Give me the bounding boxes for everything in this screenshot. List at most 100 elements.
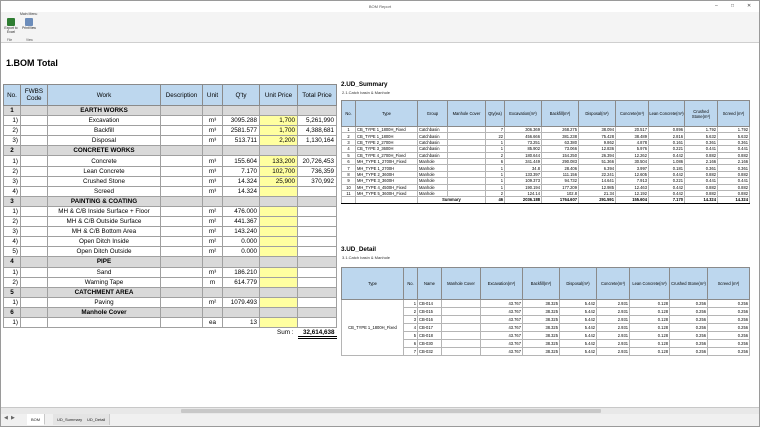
empty-cell [202,195,223,207]
unit-price-input[interactable] [259,205,298,218]
tab-next-icon[interactable]: ▶ [11,415,15,421]
tab-prev-icon[interactable]: ◀ [4,415,8,421]
export-to-excel-button[interactable]: Export to Excel [3,18,19,35]
ud-detail-cell: CB-032 [417,347,442,356]
summary-value: 1764.607 [541,196,579,204]
empty-cell [160,286,203,298]
unit-price-input[interactable] [259,185,298,197]
close-icon[interactable]: ✕ [747,3,751,9]
fwbs-cell [20,145,48,157]
ud-detail-col-header: Type [341,267,404,300]
fwbs-cell [20,155,48,167]
item-number: 1) [3,115,21,127]
ud-summary-col-header: Group [417,100,448,127]
qty-cell: 2581.577 [222,125,260,137]
ud-detail-cell: 0.128 [629,323,670,332]
table-row: 5 CB-018 43.767 38.325 5.442 2.931 0.128 0.256 0… [342,331,750,340]
bom-col-header: Unit Price [259,84,298,106]
unit-price-input[interactable] [259,276,298,288]
empty-cell [203,328,223,338]
ud-detail-cell: 0.256 [669,339,708,348]
ud-detail-cell: 5.442 [559,339,597,348]
unit-price-input[interactable]: 2,200 [259,135,298,147]
ud-detail-col-header: Lean Concrete(m³) [629,267,670,300]
summary-value: 7.170 [648,196,685,204]
window-title: BOM Report [368,4,392,9]
table-row: 4) Screed m³ 14.324 [3,185,337,197]
unit-price-input[interactable] [259,246,298,258]
work-name [47,316,161,329]
unit-price-input[interactable] [259,296,298,308]
unit-price-input[interactable] [259,236,298,248]
summary-value: 155.604 [615,196,649,204]
tab-ud-summary[interactable]: UD_Summary [53,414,88,425]
maximize-icon[interactable]: □ [731,3,734,9]
ud-detail-cell [441,299,481,308]
scrollbar-thumb[interactable] [181,409,601,413]
unit-price-input[interactable] [259,226,298,238]
section-name: Manhole Cover [47,306,161,318]
ud-detail-cell [441,315,481,324]
type-cell: CB_TYPE 1_1800H_Fixed [341,299,404,356]
fwbs-cell [20,125,48,137]
unit-price-input[interactable]: 102,700 [259,165,298,177]
qty-cell: 14.324 [222,175,260,187]
ud-detail-cell: 3 [403,315,418,324]
item-number: 1) [3,205,21,218]
unit-price-input[interactable] [259,316,298,329]
bom-body: 1 EARTH WORKS 1) Excavation m³ 3095.288 1,700 5… [3,104,337,340]
unit-price-input[interactable] [259,216,298,228]
ud-detail-cell: 5 [403,331,418,340]
print-view-button[interactable]: PrintView [21,18,37,31]
table-row: 1) Paving m² 1079.493 [3,296,337,308]
tab-ud-detail[interactable]: UD_Detail [83,414,111,425]
summary-value: 14.324 [684,196,718,204]
table-row: CB_TYPE 1_1800H_Fixed 1 CB-014 43.767 38.325… [341,299,750,356]
description-cell [160,276,203,288]
ud-detail-cell: 0.256 [669,299,708,308]
unit-price-input[interactable] [259,266,298,278]
section-number: 1 [3,104,21,117]
table-row: 4) Open Ditch Inside m² 0.000 [3,236,337,248]
bom-col-header: FWBS Code [20,84,48,106]
qty-cell: 7.170 [222,165,260,177]
minimize-icon[interactable]: – [715,3,718,9]
work-name: Crushed Stone [47,175,161,187]
ud-detail-cell: 2.931 [596,347,630,356]
item-number: 4) [3,185,21,197]
qty-cell: 441.367 [222,216,260,228]
empty-cell [355,196,418,204]
section-number: 5 [3,286,21,298]
unit-price-input[interactable]: 1,700 [259,115,298,127]
ribbon-tab-main-menu[interactable]: Main Menu [17,11,40,17]
ud-summary-body: 1 CB_TYPE 1_1800H_Fixed Catchbasin 7 306.369… [341,125,750,204]
total-price-cell: 1,130,164 [297,135,337,147]
ud-detail-cell: 0.256 [669,315,708,324]
ud-summary-col-header: Concrete(m³) [615,100,649,127]
description-cell [160,236,203,248]
empty-cell [160,306,203,318]
table-row: 5) Open Ditch Outside m² 0.000 [3,246,337,258]
unit-price-input[interactable]: 25,900 [259,175,298,187]
tab-bom-total[interactable]: BOM Total [27,414,46,425]
title-bar: BOM Report – □ ✕ [1,1,759,12]
unit-price-input[interactable]: 1,700 [259,125,298,137]
ud-summary-col-header: Qty(ea) [485,100,505,127]
ud-detail-cell: 43.767 [480,323,523,332]
table-row: 2) Backfill m³ 2581.577 1,700 4,388,681 [3,125,337,137]
empty-cell [222,195,260,207]
fwbs-cell [20,286,48,298]
print-view-label: PrintView [22,26,36,30]
ud-detail-cell: CB-017 [417,323,442,332]
section-name: CATCHMENT AREA [47,286,161,298]
unit-price-input[interactable]: 133,200 [259,155,298,167]
qty-cell: 513.711 [222,135,260,147]
bom-col-header: No. [3,84,21,106]
empty-cell [222,286,260,298]
unit-cell: m² [202,296,223,308]
description-cell [160,175,203,187]
empty-cell [202,145,223,157]
horizontal-scrollbar[interactable] [1,408,759,414]
ud-detail-cell: 1 [403,299,418,308]
ud-detail-cell: 38.325 [522,347,560,356]
